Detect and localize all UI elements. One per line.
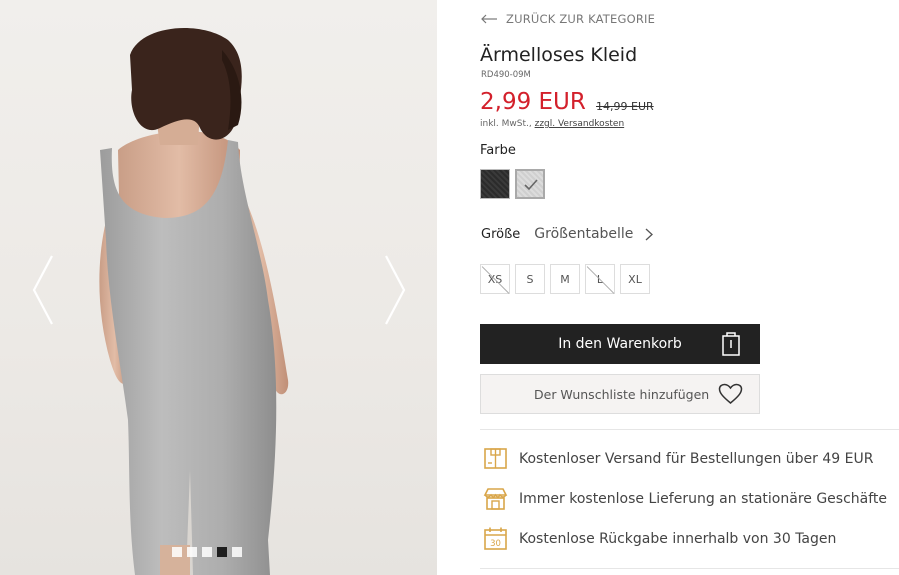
size-label: Größe (481, 226, 521, 242)
add-to-cart-button[interactable]: In den Warenkorb (480, 324, 760, 364)
add-to-wishlist-label: Der Wunschliste hinzufügen (534, 386, 710, 402)
gallery-dot[interactable] (187, 547, 197, 557)
size-chart-link[interactable]: Größentabelle (534, 226, 633, 242)
size-option-xl[interactable]: XL (620, 264, 650, 294)
shipping-costs-link[interactable]: zzgl. Versandkosten (535, 119, 625, 129)
product-photo (99, 27, 289, 575)
size-option-xs[interactable]: XS (480, 264, 510, 294)
size-header: Größe Größentabelle (481, 226, 654, 242)
color-swatch-black[interactable] (480, 169, 510, 199)
add-to-cart-label: In den Warenkorb (558, 336, 682, 352)
svg-text:30: 30 (490, 539, 501, 549)
product-image-gallery (0, 0, 437, 575)
gallery-dots (172, 547, 242, 557)
divider (480, 429, 899, 430)
benefit-text: Immer kostenlose Lieferung an stationäre… (519, 490, 888, 507)
current-price: 2,99 EUR (480, 89, 586, 115)
chevron-right-icon[interactable] (645, 228, 654, 241)
calendar-30-icon: 30 (484, 527, 507, 550)
old-price: 14,99 EUR (596, 100, 654, 113)
benefit-free-shipping: Kostenloser Versand für Bestellungen übe… (483, 446, 873, 471)
vat-text: inkl. MwSt., (480, 119, 535, 129)
benefit-text: Kostenlose Rückgabe innerhalb von 30 Tag… (519, 530, 837, 547)
size-options: XS S M L XL (480, 264, 650, 294)
product-title: Ärmelloses Kleid (480, 44, 638, 66)
benefit-free-returns: 30 Kostenlose Rückgabe innerhalb von 30 … (483, 526, 836, 551)
previous-image-icon[interactable] (28, 250, 58, 330)
gallery-dot[interactable] (232, 547, 242, 557)
shipping-box-icon (484, 448, 507, 469)
arrow-left-icon (481, 14, 497, 24)
vat-info: inkl. MwSt., zzgl. Versandkosten (480, 119, 624, 129)
size-option-s[interactable]: S (515, 264, 545, 294)
product-sku: RD490-09M (481, 70, 531, 80)
benefit-text: Kostenloser Versand für Bestellungen übe… (519, 450, 874, 467)
color-label: Farbe (480, 143, 516, 158)
back-label: ZURÜCK ZUR KATEGORIE (506, 12, 656, 26)
divider (480, 568, 899, 569)
shopping-bag-icon (722, 332, 740, 356)
gallery-dot[interactable] (202, 547, 212, 557)
size-option-m[interactable]: M (550, 264, 580, 294)
benefit-store-delivery: Immer kostenlose Lieferung an stationäre… (483, 486, 887, 511)
gallery-dot-active[interactable] (217, 547, 227, 557)
checkmark-icon (524, 179, 538, 191)
back-to-category-link[interactable]: ZURÜCK ZUR KATEGORIE (481, 12, 655, 26)
next-image-icon[interactable] (380, 250, 410, 330)
size-option-l[interactable]: L (585, 264, 615, 294)
gallery-dot[interactable] (172, 547, 182, 557)
color-swatch-grey-selected[interactable] (515, 169, 545, 199)
store-icon (483, 488, 508, 510)
add-to-wishlist-button[interactable]: Der Wunschliste hinzufügen (480, 374, 760, 414)
heart-icon (718, 383, 743, 404)
